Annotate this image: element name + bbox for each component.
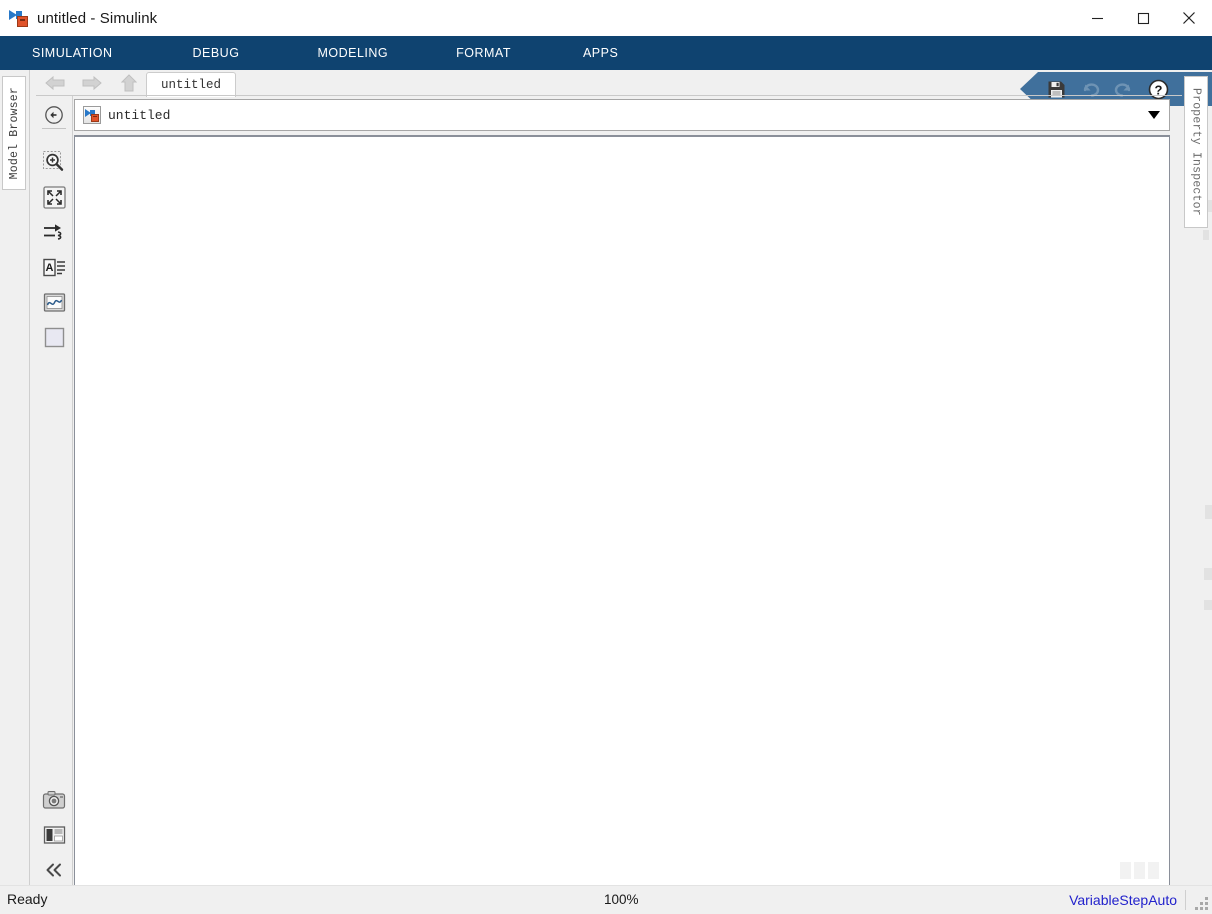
property-inspector-tab[interactable]: Property Inspector bbox=[1184, 76, 1208, 228]
title-bar: untitled - Simulink bbox=[0, 0, 1212, 36]
model-canvas[interactable] bbox=[74, 135, 1170, 886]
menu-format[interactable]: FORMAT bbox=[446, 36, 521, 70]
simulink-icon bbox=[9, 8, 29, 28]
area-button[interactable] bbox=[39, 322, 69, 352]
fit-to-view-button[interactable] bbox=[39, 182, 69, 212]
menu-debug[interactable]: DEBUG bbox=[182, 36, 249, 70]
zoom-in-button[interactable] bbox=[39, 147, 69, 177]
back-button[interactable] bbox=[42, 72, 68, 94]
menu-apps[interactable]: APPS bbox=[573, 36, 628, 70]
background-window-artifact bbox=[1205, 505, 1212, 519]
maximize-button[interactable] bbox=[1120, 0, 1166, 36]
window-title: untitled - Simulink bbox=[37, 9, 158, 27]
status-zoom-level: 100% bbox=[604, 892, 639, 907]
legend-button[interactable] bbox=[39, 820, 69, 850]
forward-button[interactable] bbox=[79, 72, 105, 94]
scope-waveform-button[interactable] bbox=[39, 287, 69, 317]
navigation-bar: untitled bbox=[36, 70, 1182, 97]
status-solver[interactable]: VariableStepAuto bbox=[1069, 892, 1177, 908]
background-window-artifact bbox=[1204, 568, 1212, 580]
status-ready-text: Ready bbox=[7, 891, 48, 907]
document-tab-label: untitled bbox=[161, 78, 222, 92]
menu-bar: SIMULATION DEBUG MODELING FORMAT APPS ? bbox=[0, 36, 1212, 106]
signal-routing-button[interactable] bbox=[39, 217, 69, 247]
status-bar: Ready 100% VariableStepAuto bbox=[0, 885, 1212, 914]
left-dock-divider bbox=[29, 70, 30, 886]
menu-items: SIMULATION DEBUG MODELING FORMAT APPS bbox=[0, 36, 628, 70]
breadcrumb-label: untitled bbox=[108, 107, 171, 123]
simulink-model-icon bbox=[83, 106, 101, 124]
navigate-back-button[interactable] bbox=[39, 100, 69, 130]
navbar-divider bbox=[36, 95, 1182, 96]
canvas-toolstrip: A bbox=[36, 96, 73, 888]
menu-simulation[interactable]: SIMULATION bbox=[22, 36, 122, 70]
model-browser-tab-label: Model Browser bbox=[7, 86, 21, 180]
breadcrumb-bar[interactable]: untitled bbox=[74, 99, 1170, 131]
resize-grip-icon[interactable] bbox=[1195, 897, 1208, 910]
canvas-watermark bbox=[1120, 862, 1159, 879]
menu-modeling[interactable]: MODELING bbox=[307, 36, 398, 70]
caret-down-icon[interactable] bbox=[1148, 111, 1160, 119]
background-window-artifact bbox=[1204, 600, 1212, 610]
property-inspector-tab-label: Property Inspector bbox=[1189, 88, 1203, 216]
simulink-window: untitled - Simulink SIMULATION DEBUG MOD… bbox=[0, 0, 1212, 914]
svg-text:A: A bbox=[45, 262, 53, 274]
up-button[interactable] bbox=[116, 72, 142, 94]
collapse-toolstrip-button[interactable] bbox=[39, 855, 69, 885]
window-controls bbox=[1074, 0, 1212, 36]
document-tab-untitled[interactable]: untitled bbox=[146, 72, 237, 97]
minimize-button[interactable] bbox=[1074, 0, 1120, 36]
model-browser-tab[interactable]: Model Browser bbox=[2, 76, 26, 190]
screenshot-button[interactable] bbox=[39, 785, 69, 815]
annotation-button[interactable]: A bbox=[39, 252, 69, 282]
status-divider bbox=[1185, 890, 1186, 910]
close-button[interactable] bbox=[1166, 0, 1212, 36]
background-window-artifact bbox=[1203, 230, 1209, 240]
toolstrip-separator bbox=[42, 128, 66, 129]
